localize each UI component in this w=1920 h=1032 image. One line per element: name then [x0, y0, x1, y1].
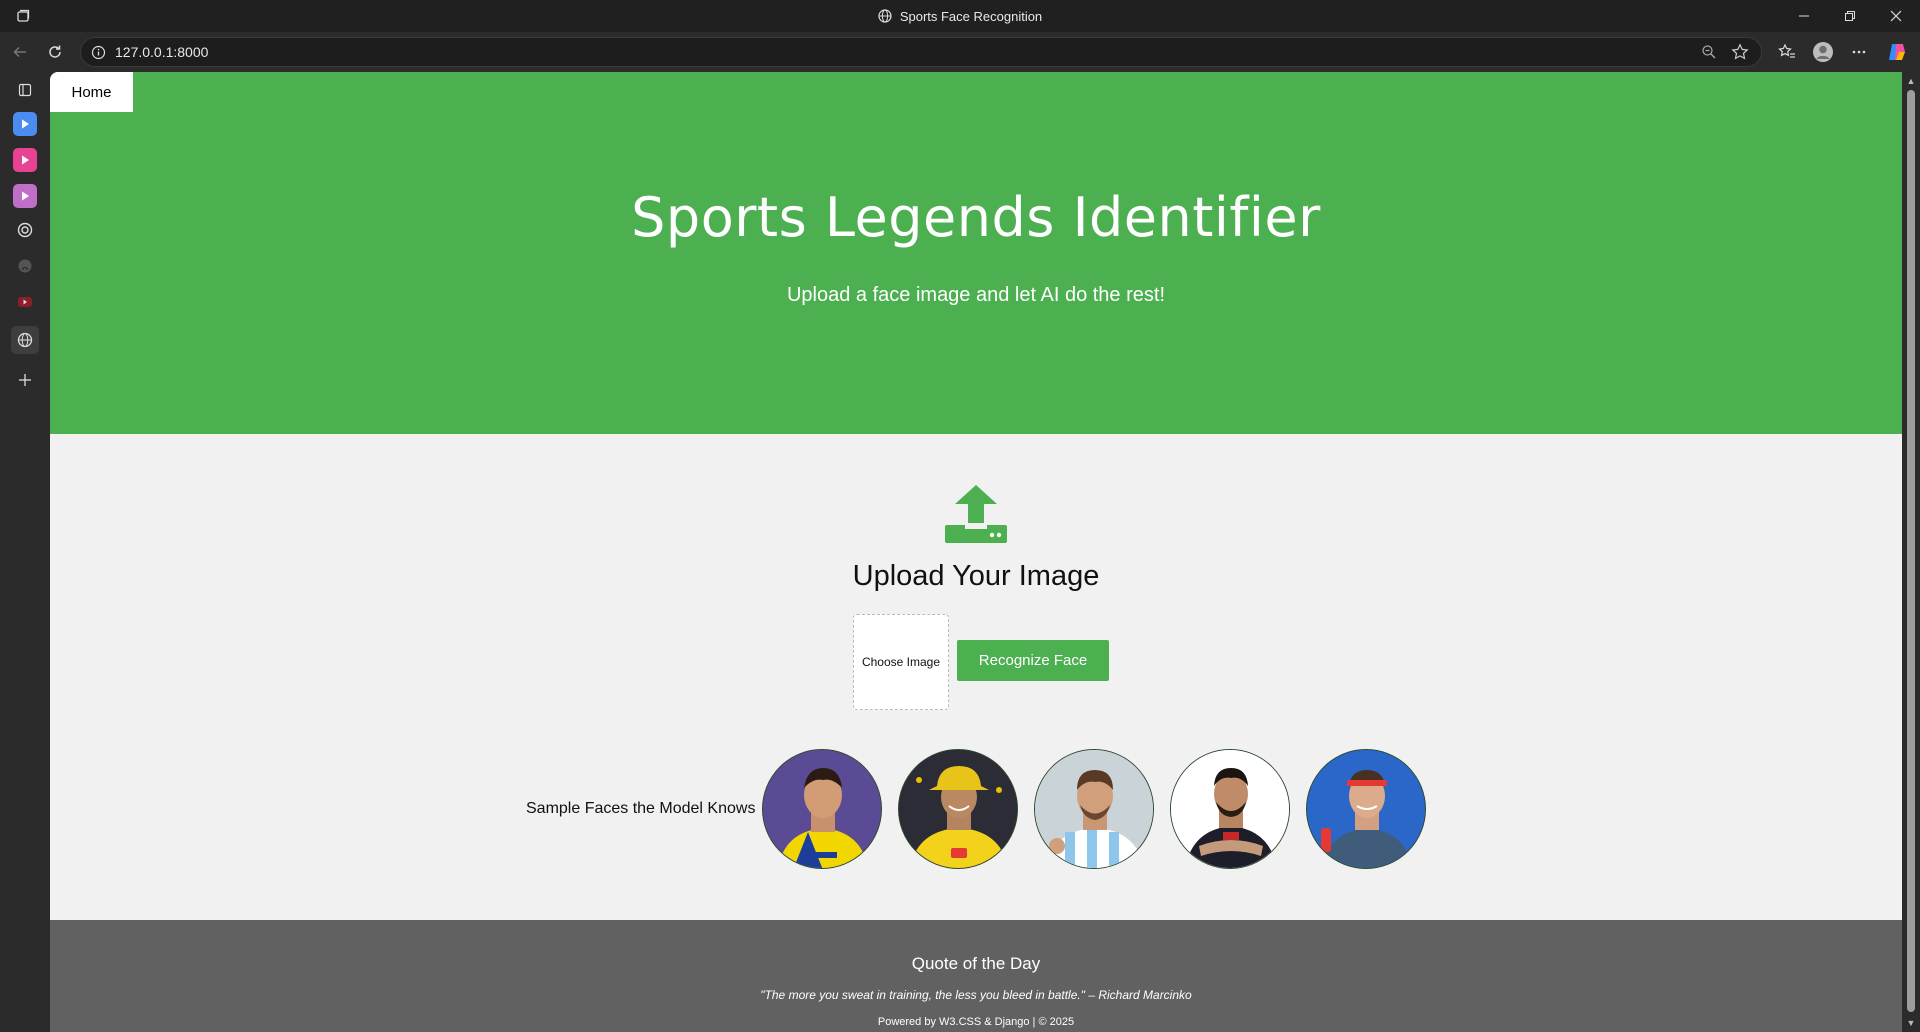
portrait-icon: [1171, 750, 1289, 868]
page-scrollbar[interactable]: ▲ ▼: [1902, 72, 1920, 1032]
scroll-up-icon[interactable]: ▲: [1906, 76, 1916, 86]
portrait-icon: [1307, 750, 1425, 868]
page-viewport: Home Sports Legends Identifier Upload a …: [50, 72, 1902, 1032]
window-title: Sports Face Recognition: [0, 0, 1920, 32]
hero-section: Sports Legends Identifier Upload a face …: [50, 112, 1902, 434]
sample-face-5: [1306, 749, 1426, 869]
choose-image-input[interactable]: Choose Image: [853, 614, 949, 710]
chatgpt-icon[interactable]: [13, 218, 37, 242]
url-text: 127.0.0.1:8000: [115, 44, 209, 60]
more-menu-button[interactable]: [1844, 38, 1874, 66]
favorites-button[interactable]: [1772, 38, 1802, 66]
restore-button[interactable]: [1827, 0, 1873, 32]
nav-home-link[interactable]: Home: [50, 72, 133, 112]
address-bar[interactable]: 127.0.0.1:8000: [80, 37, 1762, 67]
portrait-icon: [899, 750, 1017, 868]
more-dots-icon: [1852, 50, 1866, 54]
sample-face-3: [1034, 749, 1154, 869]
app-purple-play-icon[interactable]: [13, 184, 37, 208]
upload-icon: [945, 485, 1007, 543]
choose-image-label: Choose Image: [861, 655, 941, 669]
upload-title: Upload Your Image: [852, 560, 1100, 592]
quote-title: Quote of the Day: [911, 954, 1041, 973]
add-icon[interactable]: [13, 368, 37, 392]
globe-icon: [878, 9, 892, 23]
window-title-text: Sports Face Recognition: [899, 8, 1043, 24]
github-icon[interactable]: [13, 254, 37, 278]
back-button[interactable]: [5, 38, 35, 66]
avatar-icon: [1813, 42, 1833, 62]
hero-subtitle: Upload a face image and let AI do the re…: [786, 284, 1166, 306]
browser-toolbar: 127.0.0.1:8000: [0, 32, 1920, 72]
footer: Quote of the Day "The more you sweat in …: [50, 920, 1902, 1032]
minimize-button[interactable]: [1781, 0, 1827, 32]
close-button[interactable]: [1873, 0, 1919, 32]
window-titlebar: Sports Face Recognition: [0, 0, 1920, 32]
refresh-icon: [49, 45, 61, 58]
app-pink-play-icon[interactable]: [13, 148, 37, 172]
sample-face-1: [762, 749, 882, 869]
portrait-icon: [763, 750, 881, 868]
sample-face-4: [1170, 749, 1290, 869]
favorites-list-icon: [1778, 43, 1795, 58]
browser-sidebar: [0, 72, 50, 1032]
vertical-tabs-icon[interactable]: [13, 78, 37, 102]
zoom-out-icon[interactable]: [1701, 44, 1717, 63]
app-blue-play-icon[interactable]: [13, 112, 37, 136]
site-navbar: Home: [50, 72, 1902, 112]
quote-text: "The more you sweat in training, the les…: [760, 988, 1192, 1002]
favorite-star-icon[interactable]: [1731, 43, 1749, 64]
youtube-icon[interactable]: [13, 290, 37, 314]
samples-label: Sample Faces the Model Knows: [526, 800, 756, 817]
current-site-icon[interactable]: [11, 326, 39, 354]
scrollbar-thumb[interactable]: [1907, 90, 1915, 1012]
refresh-button[interactable]: [40, 38, 70, 66]
sample-face-2: [898, 749, 1018, 869]
site-info-icon[interactable]: [91, 45, 106, 63]
profile-button[interactable]: [1808, 38, 1838, 66]
portrait-icon: [1035, 750, 1153, 868]
hero-title: Sports Legends Identifier: [631, 186, 1321, 249]
powered-by-text: Powered by W3.CSS & Django | © 2025: [877, 1016, 1075, 1028]
recognize-face-button[interactable]: Recognize Face: [957, 640, 1109, 681]
scroll-down-icon[interactable]: ▼: [1906, 1018, 1916, 1028]
copilot-icon: [1889, 44, 1905, 60]
back-arrow-icon: [13, 46, 26, 58]
copilot-button[interactable]: [1882, 38, 1912, 66]
